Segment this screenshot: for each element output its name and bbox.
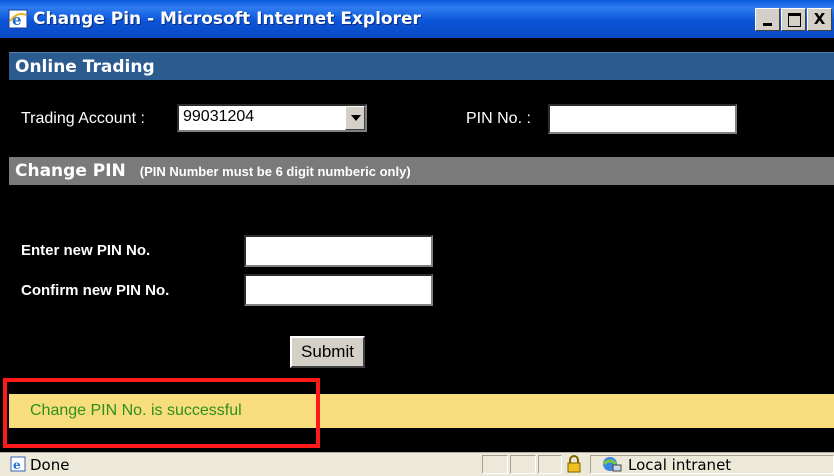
trading-account-select[interactable]: 99031204 [177, 104, 367, 132]
ie-page-icon: e [10, 456, 26, 472]
status-cell [538, 455, 562, 474]
confirm-pin-input[interactable] [244, 274, 433, 306]
pin-input[interactable] [548, 104, 737, 134]
window-title: Change Pin - Microsoft Internet Explorer [33, 9, 421, 29]
dropdown-arrow-icon[interactable] [345, 106, 365, 130]
minimize-button[interactable] [755, 8, 780, 31]
window-controls: X [744, 8, 834, 32]
confirm-pin-label: Confirm new PIN No. [21, 282, 170, 299]
pin-label: PIN No. : [466, 110, 531, 127]
online-trading-header: Online Trading [9, 52, 834, 80]
trading-account-label: Trading Account : [21, 110, 145, 127]
status-cell [510, 455, 536, 474]
change-pin-header: Change PIN (PIN Number must be 6 digit nu… [9, 157, 834, 185]
new-pin-input[interactable] [244, 235, 433, 267]
lock-icon [567, 455, 581, 473]
zone-text: Local intranet [628, 456, 732, 474]
status-text: Done [30, 456, 70, 474]
maximize-icon [788, 13, 801, 27]
submit-button[interactable]: Submit [290, 336, 365, 368]
new-pin-label: Enter new PIN No. [21, 242, 151, 259]
minimize-icon [763, 23, 772, 26]
status-cell [482, 455, 508, 474]
close-icon: X [813, 10, 826, 28]
maximize-button[interactable] [781, 8, 806, 31]
change-pin-note: (PIN Number must be 6 digit numberic onl… [139, 164, 411, 179]
online-trading-title: Online Trading [15, 57, 155, 77]
window-titlebar[interactable]: e Change Pin - Microsoft Internet Explor… [0, 0, 834, 38]
trading-account-value: 99031204 [183, 108, 255, 125]
internet-explorer-icon: e [8, 9, 28, 29]
intranet-icon [602, 457, 622, 472]
svg-text:e: e [13, 458, 21, 472]
highlight-annotation [3, 378, 320, 448]
change-pin-title: Change PIN [15, 161, 126, 181]
close-button[interactable]: X [807, 8, 832, 31]
status-bar: e Done Local intranet [0, 452, 834, 476]
